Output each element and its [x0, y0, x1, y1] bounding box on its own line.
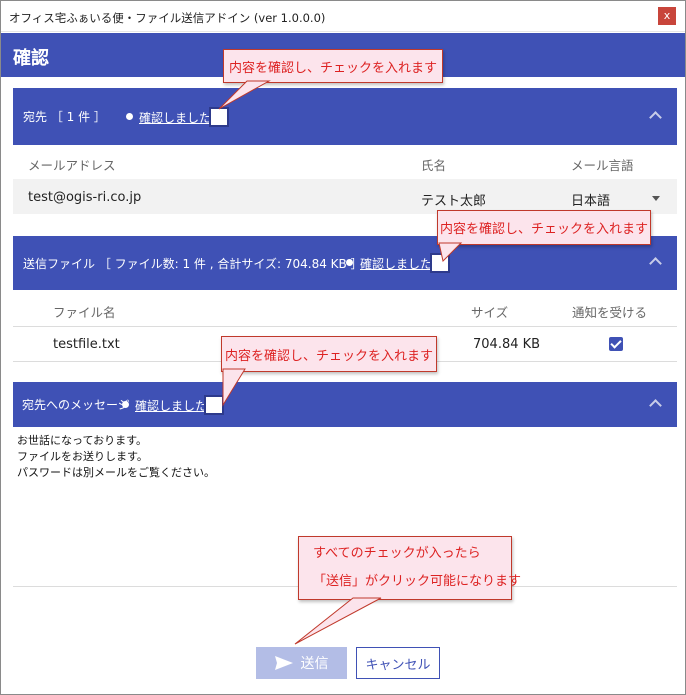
- recipients-section-label: 宛先 ［ 1 件 ］: [23, 110, 106, 124]
- column-header-name: 氏名: [421, 158, 447, 173]
- callout-pointer-icon: [294, 597, 382, 645]
- send-button-label: 送信: [300, 655, 329, 671]
- dot-icon: [346, 259, 353, 266]
- column-header-language: メール言語: [571, 158, 634, 173]
- callout-pointer-icon: [218, 80, 271, 110]
- callout-text-line-1: すべてのチェックが入ったら: [313, 546, 481, 561]
- callout-text: 内容を確認し、チェックを入れます: [228, 60, 437, 76]
- callout-check-hint-1: 内容を確認し、チェックを入れます: [223, 49, 443, 83]
- message-line: お世話になっております。: [17, 434, 148, 447]
- collapse-files-chevron-icon[interactable]: [649, 255, 661, 267]
- callout-text: 内容を確認し、チェックを入れます: [439, 222, 648, 237]
- callout-final-hint: すべてのチェックが入ったら 「送信」がクリック可能になります: [298, 536, 521, 600]
- divider: [13, 326, 677, 327]
- close-button[interactable]: x: [658, 7, 676, 25]
- cancel-button[interactable]: キャンセル: [356, 647, 440, 679]
- message-body: お世話になっております。 ファイルをお送りします。パスワードは別メールをご覧くださ…: [17, 433, 215, 481]
- window-title: オフィス宅ふぁいる便・ファイル送信アドイン (ver 1.0.0.0): [9, 11, 326, 25]
- message-confirm-link[interactable]: 確認しました: [135, 397, 207, 414]
- message-line: ファイルをお送りします。: [17, 450, 148, 463]
- recipient-email: test@ogis-ri.co.jp: [28, 190, 142, 205]
- page-title: 確認: [13, 48, 49, 69]
- dot-icon: [126, 113, 133, 120]
- collapse-message-chevron-icon[interactable]: [649, 397, 661, 409]
- collapse-recipients-chevron-icon[interactable]: [649, 109, 661, 121]
- callout-text: 内容を確認し、チェックを入れます: [224, 348, 433, 364]
- dot-icon: [122, 401, 129, 408]
- recipient-name: テスト太郎: [421, 194, 487, 209]
- file-size: 704.84 KB: [473, 337, 541, 352]
- message-section-header[interactable]: 宛先へのメッセージ 確認しました: [13, 382, 677, 427]
- recipient-language-select[interactable]: 日本語: [571, 190, 610, 209]
- chevron-down-icon[interactable]: [652, 196, 660, 201]
- callout-check-hint-2: 内容を確認し、チェックを入れます: [437, 210, 651, 245]
- notify-checkbox[interactable]: [609, 337, 623, 351]
- files-confirm-link[interactable]: 確認しました: [360, 255, 432, 272]
- title-bar: オフィス宅ふぁいる便・ファイル送信アドイン (ver 1.0.0.0) x: [1, 1, 685, 32]
- message-section-label: 宛先へのメッセージ: [22, 398, 130, 412]
- message-line: パスワードは別メールをご覧ください。: [17, 466, 215, 479]
- file-name: testfile.txt: [53, 337, 120, 352]
- callout-pointer-icon: [222, 368, 246, 407]
- column-header-filename: ファイル名: [53, 305, 116, 320]
- callout-text-line-2: 「送信」がクリック可能になります: [313, 574, 522, 589]
- send-button[interactable]: 送信: [256, 647, 347, 679]
- send-icon: [274, 656, 293, 670]
- column-header-notify: 通知を受ける: [572, 305, 648, 320]
- recipients-section-header[interactable]: 宛先 ［ 1 件 ］ 確認しました: [13, 88, 677, 145]
- column-header-size: サイズ: [471, 305, 509, 320]
- callout-check-hint-3: 内容を確認し、チェックを入れます: [221, 336, 437, 372]
- recipients-confirm-link[interactable]: 確認しました: [139, 109, 211, 126]
- files-section-label: 送信ファイル ［ ファイル数: 1 件 , 合計サイズ: 704.84 KB ］: [23, 256, 363, 271]
- callout-pointer-icon: [438, 242, 463, 262]
- column-header-email: メールアドレス: [28, 158, 116, 173]
- addin-window: オフィス宅ふぁいる便・ファイル送信アドイン (ver 1.0.0.0) x 確認…: [0, 0, 686, 695]
